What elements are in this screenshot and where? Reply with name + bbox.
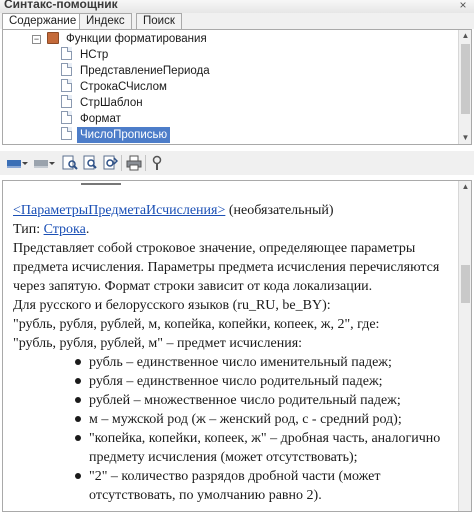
settings-icon[interactable] [149,155,165,171]
truncated-text-fragment [81,183,121,185]
tree-scrollbar[interactable]: ▲ ▼ [458,30,471,144]
param-description: Представляет собой строковое значение, о… [13,241,440,294]
tree-item-label: ПредставлениеПериода [80,65,210,77]
tree-item[interactable]: СтрокаСЧислом [61,79,170,95]
scroll-down-icon[interactable]: ▼ [459,132,471,144]
back-icon[interactable] [6,155,22,171]
list-item: рублей – множественное число родительный… [13,391,453,410]
content-scrollbar[interactable]: ▲ [458,181,471,511]
page-icon [61,47,72,60]
tree-item[interactable]: Формат [61,111,124,127]
help-text: <ПараметрыПредметаИсчисления> (необязате… [13,201,453,505]
tab-strip: Содержание Индекс Поиск [0,13,474,30]
window-title: Синтакс-помощник [4,0,118,11]
list-item: рубль – единственное число именительный … [13,353,453,372]
page-icon [61,127,72,140]
tree-item-label: СтрШаблон [80,97,143,109]
book-icon [47,32,59,44]
page-icon [61,95,72,108]
title-bar: Синтакс-помощник × [0,0,474,14]
tree-item[interactable]: ПредставлениеПериода [61,63,213,79]
tree-item-selected[interactable]: ЧислоПрописью [61,127,171,143]
list-item: "копейка, копейки, копеек, ж" – дробная … [13,429,453,467]
tree-item-formatting-functions[interactable]: Функции форматирования [47,31,210,47]
scrollbar-thumb[interactable] [461,44,470,114]
forward-icon[interactable] [33,155,49,171]
page-icon [61,63,72,76]
type-link[interactable]: Строка [44,222,86,237]
collapse-icon[interactable]: − [32,35,41,44]
toolbar [0,151,474,175]
example-subject: "рубль, рубля, рублей, м" – предмет исчи… [13,336,303,351]
tree-item-label: Формат [80,113,121,125]
tree-item-label: СтрокаСЧислом [80,81,167,93]
contents-tree: − Функции форматирования НСтр Представле… [2,29,472,145]
dropdown-icon[interactable] [49,155,56,171]
find-icon[interactable] [82,155,98,171]
help-content: <ПараметрыПредметаИсчисления> (необязате… [2,180,472,512]
tree-item-label: ЧислоПрописью [77,127,171,143]
param-optional: (необязательный) [225,203,334,218]
param-heading: <ПараметрыПредметаИсчисления> (необязате… [13,201,453,220]
tree-item[interactable]: СтрШаблон [61,95,146,111]
page-icon [61,111,72,124]
scroll-up-icon[interactable]: ▲ [459,181,471,193]
list-item: рубля – единственное число родительный п… [13,372,453,391]
tree-item-label: Функции форматирования [66,33,207,45]
param-name-link[interactable]: <ПараметрыПредметаИсчисления> [13,203,225,218]
type-label: Тип: [13,222,44,237]
example-line: "рубль, рубля, рублей, м, копейка, копей… [13,317,380,332]
toolbar-separator [121,155,122,171]
tree-item[interactable]: НСтр [61,47,111,63]
tab-contents[interactable]: Содержание [2,13,84,30]
list-item: "2" – количество разрядов дробной части … [13,467,453,505]
scroll-up-icon[interactable]: ▲ [459,30,471,42]
tree-item-label: НСтр [80,49,109,61]
find-in-tree-icon[interactable] [62,155,78,171]
scrollbar-thumb[interactable] [461,265,470,303]
bullet-list: рубль – единственное число именительный … [13,353,453,505]
ru-be-intro: Для русского и белорусского языков (ru_R… [13,298,331,313]
param-type: Тип: Строка. [13,220,453,239]
type-suffix: . [85,222,90,237]
dropdown-icon[interactable] [22,155,29,171]
tab-search[interactable]: Поиск [136,13,182,29]
close-icon[interactable]: × [456,0,470,12]
list-item: м – мужской род (ж – женский род, с - ср… [13,410,453,429]
find-next-icon[interactable] [102,155,118,171]
tab-index[interactable]: Индекс [79,13,132,29]
toolbar-separator [145,155,146,171]
page-icon [61,79,72,92]
print-icon[interactable] [126,155,142,171]
